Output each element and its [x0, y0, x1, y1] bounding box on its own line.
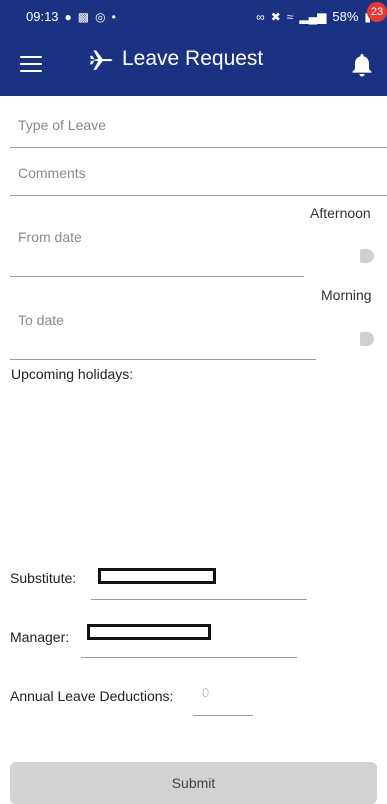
- manager-label: Manager:: [10, 629, 70, 645]
- manager-underline: [81, 657, 297, 658]
- hamburger-icon[interactable]: [20, 56, 42, 74]
- battery-level: 58%: [332, 9, 359, 24]
- from-date-underline: [10, 276, 304, 277]
- to-date-field[interactable]: To date: [18, 312, 64, 328]
- type-of-leave-field[interactable]: Type of Leave: [18, 117, 106, 133]
- comments-underline: [10, 195, 387, 196]
- annual-leave-deductions-label: Annual Leave Deductions:: [10, 688, 174, 704]
- annual-leave-deductions-underline: [193, 715, 253, 716]
- annual-leave-deductions-input[interactable]: 0: [202, 685, 209, 700]
- app-title-group: Leave Request: [88, 46, 263, 72]
- from-date-period-label: Afternoon: [310, 205, 371, 221]
- more-dot-icon: •: [111, 9, 116, 24]
- status-time: 09:13: [26, 9, 59, 24]
- status-bar-right: ∞ ✖ ≈ ▂▄▆ 58% ▮: [256, 9, 371, 24]
- substitute-underline: [91, 599, 307, 600]
- person-icon: ●: [64, 9, 72, 24]
- from-date-field[interactable]: From date: [18, 229, 82, 245]
- to-date-period-label: Morning: [321, 287, 372, 303]
- airplane-icon: [90, 50, 113, 70]
- vpn-key-icon: ∞: [256, 9, 265, 24]
- status-bar: 09:13 ● ▩ ◎ • ∞ ✖ ≈ ▂▄▆ 58% ▮: [0, 0, 387, 36]
- substitute-label: Substitute:: [10, 570, 77, 586]
- app-bar: Leave Request: [0, 36, 387, 96]
- wifi-icon: ≈: [286, 9, 294, 24]
- from-date-afternoon-toggle[interactable]: [360, 249, 374, 263]
- submit-button[interactable]: Submit: [10, 762, 377, 804]
- notification-app-icon: ▩: [77, 9, 90, 24]
- type-of-leave-underline: [10, 147, 387, 148]
- substitute-redacted-value[interactable]: [98, 568, 216, 584]
- status-bar-left: 09:13 ● ▩ ◎ •: [26, 9, 116, 24]
- to-date-morning-toggle[interactable]: [360, 332, 374, 346]
- bell-icon[interactable]: [351, 52, 373, 78]
- upcoming-holidays-label: Upcoming holidays:: [11, 366, 134, 382]
- to-date-underline: [10, 359, 316, 360]
- notification-badge: 23: [367, 2, 387, 22]
- mute-icon: ✖: [270, 9, 281, 24]
- signal-icon: ▂▄▆: [299, 9, 327, 24]
- page-title: Leave Request: [122, 47, 264, 70]
- comments-field[interactable]: Comments: [18, 165, 86, 181]
- location-icon: ◎: [95, 9, 106, 24]
- manager-redacted-value[interactable]: [87, 624, 211, 640]
